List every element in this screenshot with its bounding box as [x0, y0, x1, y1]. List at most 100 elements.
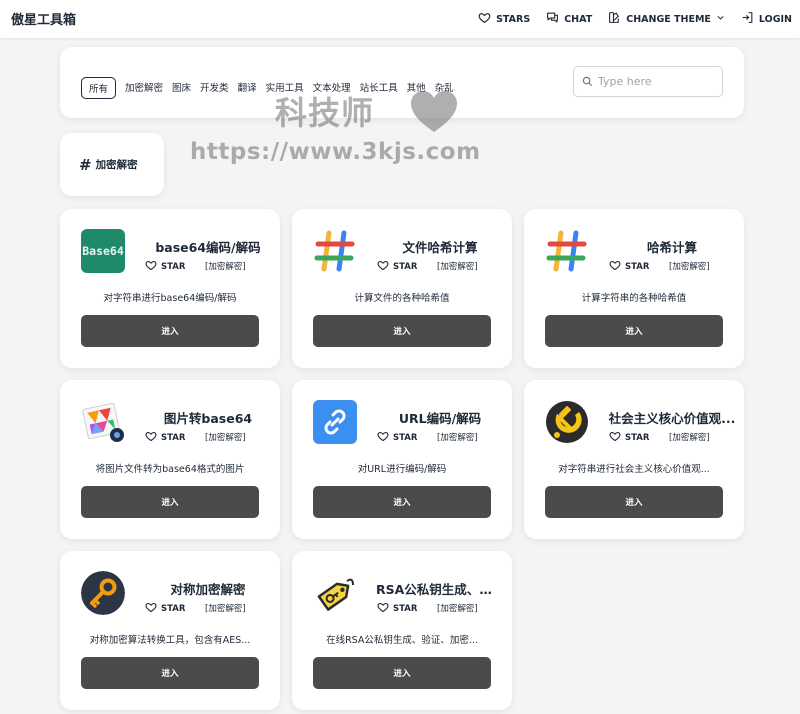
tool-card: Base64 base64编码/解码 STAR [加密解密] 对字符串进行bas…	[60, 209, 280, 368]
card-title: RSA公私钥生成、验...	[376, 582, 504, 597]
star-button[interactable]: STAR	[145, 601, 185, 616]
image-icon	[81, 400, 125, 444]
star-label: STAR	[393, 603, 418, 614]
login-link[interactable]: LOGIN	[741, 11, 792, 27]
star-label: STAR	[393, 432, 418, 443]
watermark-text: 科技师	[275, 94, 375, 132]
heart-watermark-icon	[411, 91, 457, 132]
heart-icon	[145, 259, 157, 274]
top-nav: STARS CHAT CHANGE THEME LOGIN	[478, 0, 792, 38]
card-title: 对称加密解密	[170, 582, 246, 597]
star-label: STAR	[625, 432, 650, 443]
card-title: 哈希计算	[646, 240, 697, 255]
tool-card: URL编码/解码 STAR [加密解密] 对URL进行编码/解码 进入	[292, 380, 512, 539]
tool-card: 对称加密解密 STAR [加密解密] 对称加密算法转换工具，包含有AES... …	[60, 551, 280, 710]
chat-icon	[546, 11, 559, 27]
base64-icon-text: Base64	[82, 244, 124, 258]
key-icon	[81, 571, 125, 615]
category-tag: [加密解密]	[669, 262, 710, 272]
star-button[interactable]: STAR	[145, 259, 185, 274]
star-button[interactable]: STAR	[609, 259, 649, 274]
category-tag: [加密解密]	[669, 433, 710, 443]
top-navbar: 傲星工具箱 STARS CHAT CHANGE THEME LOGIN	[0, 0, 800, 38]
star-button[interactable]: STAR	[377, 259, 417, 274]
search-box	[573, 66, 723, 97]
search-input[interactable]	[598, 75, 718, 88]
category-tag: [加密解密]	[205, 604, 246, 614]
card-title: 图片转base64	[163, 411, 253, 426]
card-description: 对字符串进行base64编码/解码	[103, 293, 237, 304]
star-button[interactable]: STAR	[377, 430, 417, 445]
enter-button[interactable]: 进入	[81, 315, 259, 347]
card-title: 社会主义核心价值观...	[608, 411, 736, 426]
theme-icon	[608, 11, 621, 27]
key-tag-icon	[313, 571, 357, 615]
category-tab-crypto[interactable]: 加密解密	[125, 77, 163, 99]
category-tag: [加密解密]	[437, 262, 478, 272]
category-tab-image-host[interactable]: 图床	[172, 77, 191, 99]
base64-icon: Base64	[81, 229, 125, 273]
hash-icon: #	[79, 155, 92, 174]
card-description: 计算字符串的各种哈希值	[581, 293, 687, 304]
watermark-url: https://www.3kjs.com	[190, 139, 481, 165]
brand-title[interactable]: 傲星工具箱	[11, 9, 76, 28]
category-tabs: 所有 加密解密 图床 开发类 翻译 实用工具 文本处理 站长工具 其他 杂乱	[81, 77, 454, 99]
login-label: LOGIN	[758, 13, 792, 25]
enter-button[interactable]: 进入	[313, 315, 491, 347]
hash-icon	[313, 229, 357, 273]
category-tag: [加密解密]	[205, 433, 246, 443]
stars-link[interactable]: STARS	[478, 11, 530, 27]
star-button[interactable]: STAR	[609, 430, 649, 445]
heart-icon	[145, 430, 157, 445]
card-description: 对称加密算法转换工具，包含有AES...	[89, 635, 251, 646]
category-tab-dev[interactable]: 开发类	[200, 77, 229, 99]
star-label: STAR	[161, 603, 186, 614]
chevron-down-icon	[716, 13, 725, 25]
category-tab-all[interactable]: 所有	[81, 77, 117, 99]
tool-card: 文件哈希计算 STAR [加密解密] 计算文件的各种哈希值 进入	[292, 209, 512, 368]
star-button[interactable]: STAR	[377, 601, 417, 616]
heart-icon	[377, 430, 389, 445]
login-icon	[741, 11, 754, 27]
heart-icon	[609, 259, 621, 274]
star-button[interactable]: STAR	[145, 430, 185, 445]
star-label: STAR	[625, 261, 650, 272]
heart-icon	[609, 430, 621, 445]
change-theme-dropdown[interactable]: CHANGE THEME	[608, 11, 725, 27]
enter-button[interactable]: 进入	[313, 657, 491, 689]
card-description: 在线RSA公私钥生成、验证、加密...	[326, 635, 478, 646]
hammer-sickle-icon	[545, 400, 589, 444]
category-tab-translate[interactable]: 翻译	[238, 77, 257, 99]
star-label: STAR	[393, 261, 418, 272]
card-description: 对URL进行编码/解码	[357, 464, 447, 475]
enter-button[interactable]: 进入	[545, 486, 723, 518]
category-tag: [加密解密]	[437, 433, 478, 443]
section-heading-card: # 加密解密	[60, 133, 164, 196]
star-label: STAR	[161, 261, 186, 272]
chat-label: CHAT	[564, 13, 593, 25]
filter-bar: 所有 加密解密 图床 开发类 翻译 实用工具 文本处理 站长工具 其他 杂乱	[60, 47, 744, 118]
card-title: base64编码/解码	[155, 240, 261, 255]
change-theme-label: CHANGE THEME	[626, 13, 711, 25]
enter-button[interactable]: 进入	[81, 486, 259, 518]
section-title: 加密解密	[95, 159, 138, 171]
heart-icon	[377, 601, 389, 616]
heart-icon	[478, 11, 491, 27]
card-description: 对字符串进行社会主义核心价值观...	[558, 464, 710, 475]
card-title: 文件哈希计算	[402, 240, 478, 255]
enter-button[interactable]: 进入	[313, 486, 491, 518]
card-description: 将图片文件转为base64格式的图片	[95, 464, 245, 475]
tool-card: 哈希计算 STAR [加密解密] 计算字符串的各种哈希值 进入	[524, 209, 744, 368]
heart-icon	[145, 601, 157, 616]
search-icon	[582, 72, 593, 91]
enter-button[interactable]: 进入	[81, 657, 259, 689]
enter-button[interactable]: 进入	[545, 315, 723, 347]
category-tag: [加密解密]	[205, 262, 246, 272]
tool-card: RSA公私钥生成、验... STAR [加密解密] 在线RSA公私钥生成、验证、…	[292, 551, 512, 710]
card-title: URL编码/解码	[398, 411, 482, 426]
heart-icon	[377, 259, 389, 274]
hash-icon	[545, 229, 589, 273]
tool-card: 社会主义核心价值观... STAR [加密解密] 对字符串进行社会主义核心价值观…	[524, 380, 744, 539]
star-label: STAR	[161, 432, 186, 443]
chat-link[interactable]: CHAT	[546, 11, 592, 27]
